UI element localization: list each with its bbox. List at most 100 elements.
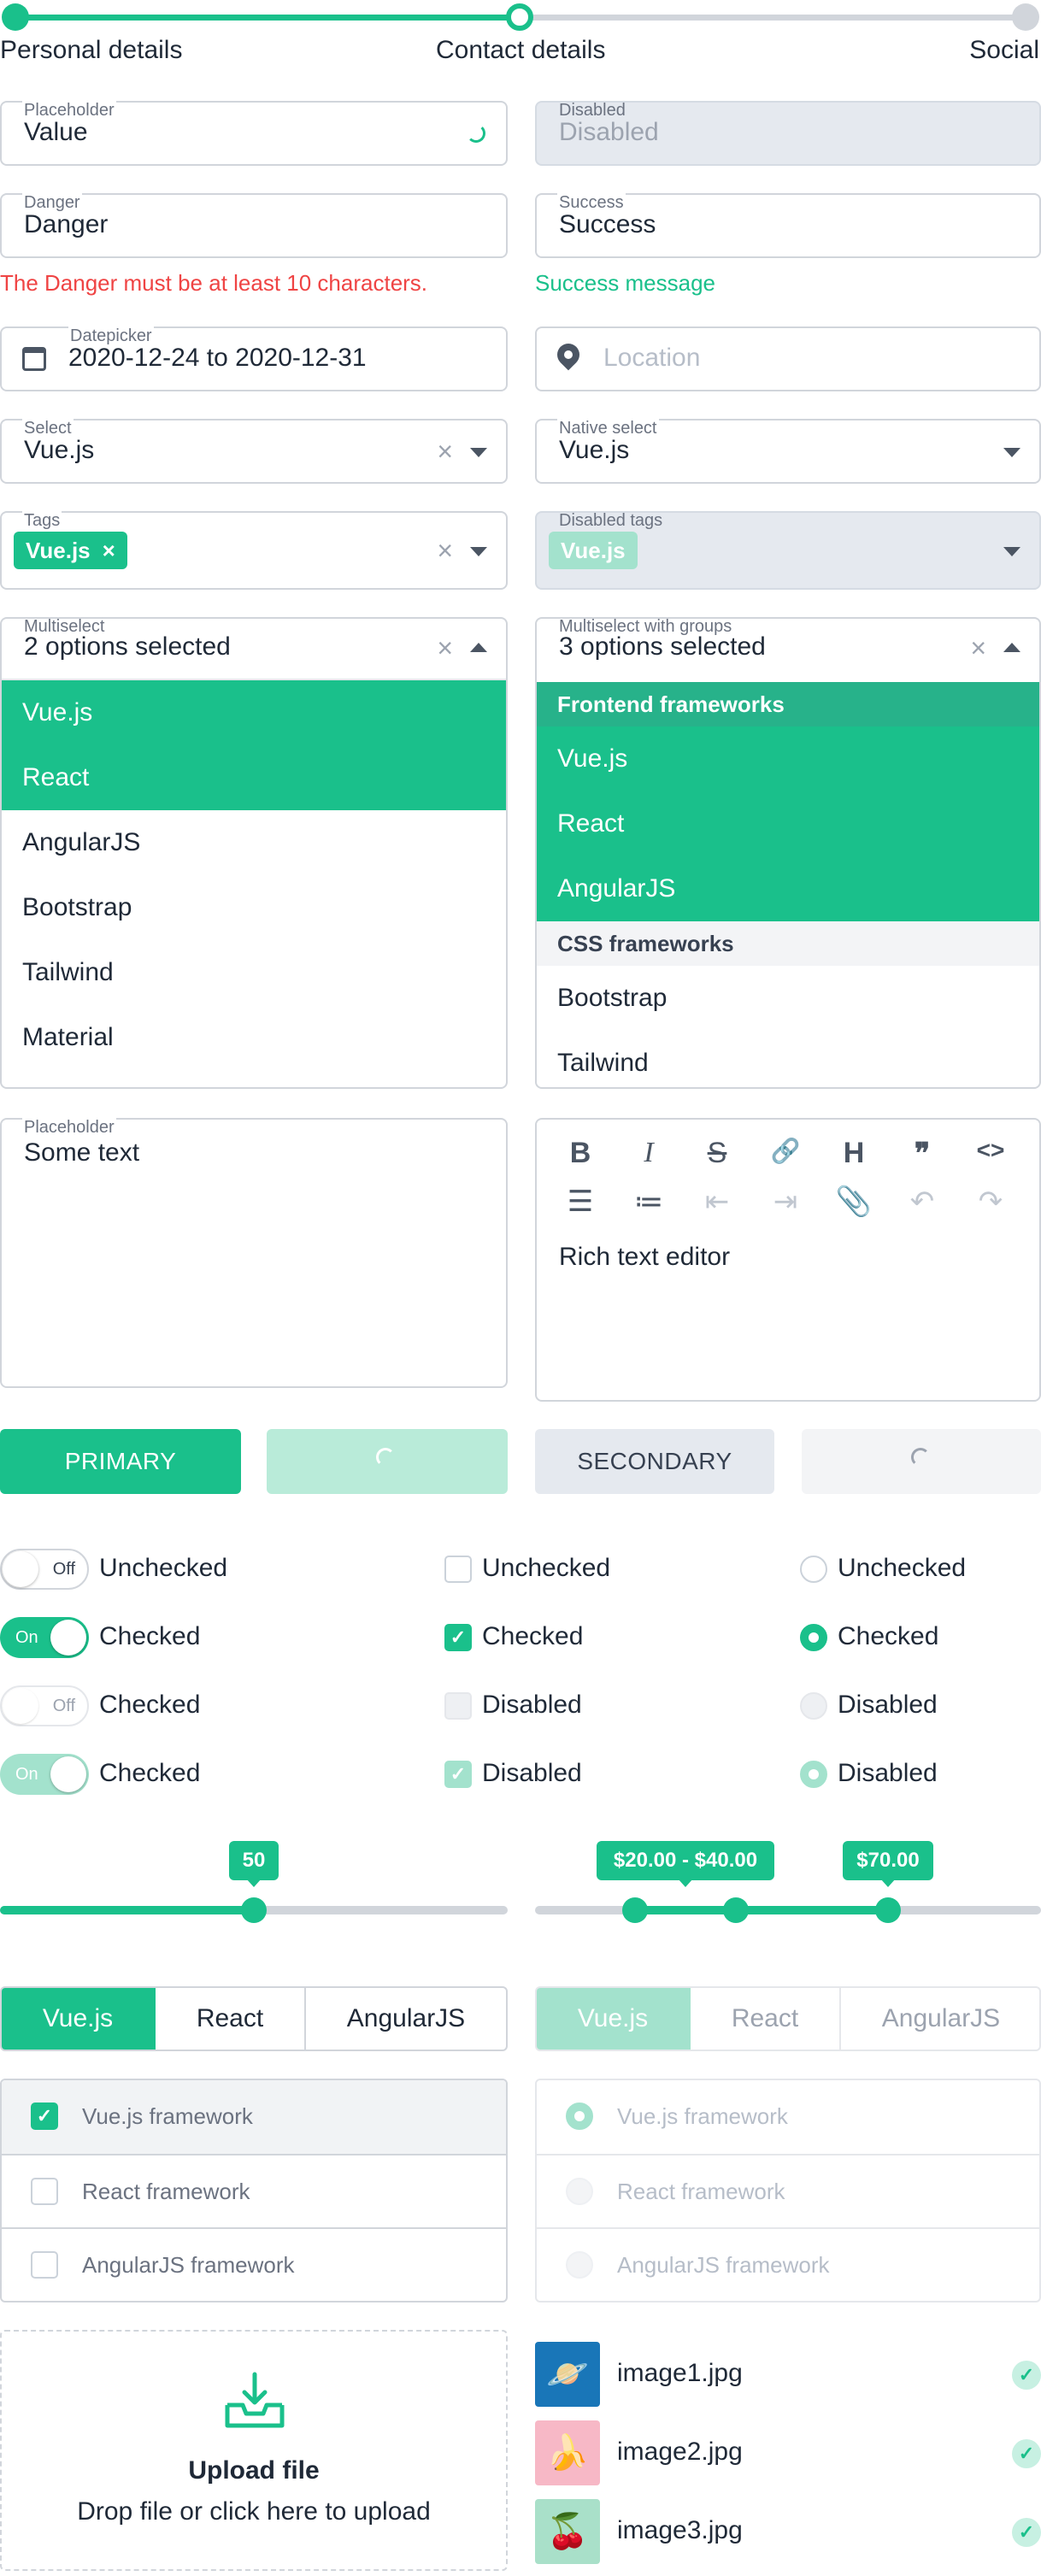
clear-icon[interactable]: × — [437, 537, 453, 564]
option-material[interactable]: Material — [2, 1005, 506, 1070]
list-item[interactable]: React framework — [2, 2154, 506, 2227]
outdent-icon[interactable]: ⇤ — [696, 1185, 738, 1219]
segment-react[interactable]: React — [156, 1988, 306, 2050]
slider-fill — [634, 1906, 887, 1914]
step-dot-1[interactable] — [2, 3, 29, 31]
tag-chip[interactable]: Vue.js × — [14, 532, 127, 569]
checkbox-checked[interactable]: ✓ — [444, 1624, 472, 1651]
list-item[interactable]: ✓ Vue.js framework — [2, 2080, 506, 2154]
secondary-button[interactable]: SECONDARY — [535, 1429, 774, 1494]
option-tailwind[interactable]: Tailwind — [2, 940, 506, 1005]
heading-icon[interactable]: H — [832, 1137, 875, 1170]
toggle-state: Off — [52, 1560, 75, 1579]
list-item-label: React framework — [82, 2179, 250, 2204]
rich-text-editor[interactable]: B I S 🔗 H ❞ <> ☰ ≔ ⇤ ⇥ 📎 ↶ ↷ Rich text e… — [535, 1118, 1041, 1402]
clear-icon[interactable]: × — [970, 634, 986, 662]
attachment-icon[interactable]: 📎 — [832, 1185, 875, 1219]
tags-input[interactable]: Tags Vue.js × × — [0, 511, 508, 590]
slider-handle-2[interactable] — [723, 1897, 749, 1923]
radio-unchecked — [566, 2251, 593, 2279]
primary-button[interactable]: PRIMARY — [0, 1429, 241, 1494]
step-dot-2[interactable] — [506, 3, 533, 31]
quote-icon[interactable]: ❞ — [901, 1137, 944, 1171]
slider-handle-3[interactable] — [875, 1897, 901, 1923]
location-input[interactable]: Location — [535, 326, 1041, 391]
step-label-1[interactable]: Personal details — [0, 36, 182, 65]
success-input[interactable]: Success Success — [535, 193, 1041, 258]
chevron-down-icon[interactable] — [470, 547, 487, 556]
step-label-3[interactable]: Social — [969, 36, 1039, 65]
clear-icon[interactable]: × — [437, 438, 453, 465]
datepicker-input[interactable]: Datepicker 2020-12-24 to 2020-12-31 — [0, 326, 508, 391]
strikethrough-icon[interactable]: S — [696, 1137, 738, 1170]
select-input[interactable]: Select Vue.js × — [0, 419, 508, 484]
checkbox-unchecked[interactable] — [31, 2251, 58, 2279]
checkbox-unchecked[interactable] — [31, 2178, 58, 2205]
chevron-down-icon[interactable] — [470, 448, 487, 457]
bullet-list-icon[interactable]: ☰ — [559, 1185, 602, 1219]
segment-react: React — [691, 1988, 841, 2050]
segment-vuejs[interactable]: Vue.js — [2, 1988, 156, 2050]
italic-icon[interactable]: I — [627, 1137, 670, 1169]
multiselect-with-groups[interactable]: Multiselect with groups 3 options select… — [535, 617, 1041, 1089]
checkbox-label: Checked — [482, 1622, 584, 1650]
radio-unchecked[interactable] — [800, 1556, 827, 1583]
native-select[interactable]: Native select Vue.js — [535, 419, 1041, 484]
option-bootstrap[interactable]: Bootstrap — [2, 875, 506, 940]
multiselect[interactable]: Multiselect 2 options selected × Vue.js … — [0, 617, 508, 1089]
list-item: Vue.js framework — [537, 2080, 1039, 2154]
chevron-up-icon[interactable] — [470, 643, 487, 652]
segment-angularjs[interactable]: AngularJS — [306, 1988, 506, 2050]
check-circle-icon: ✓ — [1012, 2518, 1041, 2547]
field-label: Datepicker — [68, 326, 154, 345]
field-label: Disabled — [559, 101, 626, 120]
option-angularjs[interactable]: AngularJS — [2, 810, 506, 875]
toggle-checked[interactable]: On — [0, 1617, 89, 1658]
upload-dropzone[interactable]: Upload file Drop file or click here to u… — [0, 2330, 508, 2571]
option-angularjs[interactable]: AngularJS — [537, 856, 1039, 921]
option-react[interactable]: React — [2, 745, 506, 810]
chevron-up-icon[interactable] — [1003, 643, 1020, 652]
radio-label: Disabled — [838, 1759, 938, 1787]
location-placeholder: Location — [603, 344, 701, 372]
clear-icon[interactable]: × — [437, 634, 453, 662]
remove-tag-icon[interactable]: × — [103, 538, 115, 563]
checkbox-label: Unchecked — [482, 1554, 611, 1582]
option-vuejs[interactable]: Vue.js — [2, 680, 506, 745]
slider-handle-1[interactable] — [622, 1897, 648, 1923]
placeholder-input[interactable]: Placeholder Value — [0, 101, 508, 166]
disabled-input: Disabled Disabled — [535, 101, 1041, 166]
slider-handle[interactable] — [241, 1897, 267, 1923]
radio-checked[interactable] — [800, 1624, 827, 1651]
code-icon[interactable]: <> — [969, 1137, 1012, 1164]
calendar-icon — [22, 347, 46, 371]
checkbox-list: ✓ Vue.js framework React framework Angul… — [0, 2079, 508, 2303]
danger-input[interactable]: Danger Danger — [0, 193, 508, 258]
checkbox-unchecked[interactable] — [444, 1556, 472, 1583]
toggle-unchecked[interactable]: Off — [0, 1549, 89, 1590]
segmented-control[interactable]: Vue.js React AngularJS — [0, 1986, 508, 2051]
radio-unchecked — [566, 2178, 593, 2205]
option-react[interactable]: React — [537, 791, 1039, 856]
step-dot-3[interactable] — [1012, 3, 1039, 31]
checkbox-checked[interactable]: ✓ — [31, 2103, 58, 2130]
list-item[interactable]: AngularJS framework — [2, 2227, 506, 2301]
textarea[interactable]: Placeholder Some text — [0, 1118, 508, 1388]
primary-loading-button[interactable] — [267, 1429, 508, 1494]
toggle-label: Unchecked — [99, 1554, 228, 1582]
toggle-state: On — [15, 1628, 38, 1647]
option-vuejs[interactable]: Vue.js — [537, 726, 1039, 791]
bold-icon[interactable]: B — [559, 1137, 602, 1170]
redo-icon[interactable]: ↷ — [969, 1185, 1012, 1219]
field-label: Success — [557, 193, 626, 212]
option-bootstrap[interactable]: Bootstrap — [537, 966, 1039, 1031]
option-tailwind[interactable]: Tailwind — [537, 1031, 1039, 1087]
link-icon[interactable]: 🔗 — [764, 1137, 807, 1165]
secondary-loading-button[interactable] — [802, 1429, 1041, 1494]
numbered-list-icon[interactable]: ≔ — [627, 1185, 670, 1219]
undo-icon[interactable]: ↶ — [901, 1185, 944, 1219]
indent-icon[interactable]: ⇥ — [764, 1185, 807, 1219]
danger-message: The Danger must be at least 10 character… — [0, 270, 428, 296]
chevron-down-icon[interactable] — [1003, 448, 1020, 457]
step-label-2[interactable]: Contact details — [436, 36, 605, 65]
